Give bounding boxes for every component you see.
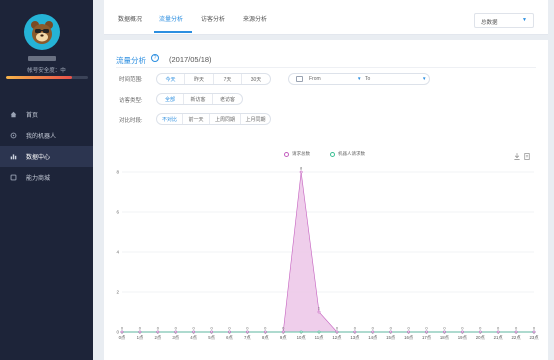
data-point-label: 0: [175, 326, 178, 331]
traffic-area-chart: 0246800点01点02点03点04点05点06点07点08点09点810点1…: [116, 166, 539, 342]
caret-down-icon: ▼: [522, 17, 527, 23]
data-point-label: 0: [497, 326, 500, 331]
x-tick-label: 20点: [476, 335, 486, 341]
avatar[interactable]: [24, 14, 60, 50]
y-tick-label: 2: [116, 290, 119, 295]
sidebar-item-data-center[interactable]: 数据中心: [0, 146, 93, 167]
x-tick-label: 1点: [137, 335, 144, 341]
x-tick-label: 7点: [244, 335, 251, 341]
sidebar: 帐号安全度：中 首页 我的机器人 数据中心 能力商城: [0, 0, 93, 360]
data-point-label: 0: [425, 326, 428, 331]
bear-avatar-icon: [31, 21, 53, 44]
x-tick-label: 8点: [262, 335, 269, 341]
data-point-label: 0: [407, 326, 410, 331]
x-tick-label: 17点: [422, 335, 432, 341]
data-point-label: 0: [390, 326, 393, 331]
data-point-label: 0: [139, 326, 142, 331]
sidebar-item-label: 首页: [26, 113, 39, 119]
tab-traffic-analysis[interactable]: 流量分析: [159, 14, 183, 23]
x-tick-label: 23点: [529, 335, 539, 341]
total-requests-point: [299, 170, 303, 174]
security-level-bar: [6, 76, 88, 79]
data-point-label: 0: [515, 326, 518, 331]
y-tick-label: 8: [116, 170, 119, 175]
sidebar-item-ability-store[interactable]: 能力商城: [0, 167, 93, 188]
x-tick-label: 0点: [119, 335, 126, 341]
traffic-panel: 流量分析 ? (2017/05/18) 时间范围: 今天 昨天 7天 30天 F…: [104, 40, 548, 360]
data-point-label: 0: [354, 326, 357, 331]
data-point-label: 0: [533, 326, 536, 331]
x-tick-label: 22点: [512, 335, 522, 341]
y-tick-label: 6: [116, 210, 119, 215]
data-point-label: 0: [246, 326, 249, 331]
home-icon: [9, 111, 17, 119]
data-point-label: 1: [318, 306, 321, 311]
security-level-fill: [6, 76, 72, 79]
x-tick-label: 12点: [332, 335, 342, 341]
data-point-label: 0: [479, 326, 482, 331]
store-icon: [9, 174, 17, 182]
data-point-label: 0: [264, 326, 267, 331]
x-tick-label: 18点: [440, 335, 450, 341]
x-tick-label: 10点: [297, 335, 307, 341]
active-tab-indicator: [154, 31, 192, 33]
app-window: 帐号安全度：中 首页 我的机器人 数据中心 能力商城 数据概况 流量分析 访客分…: [0, 0, 554, 360]
username-redacted: [28, 56, 56, 61]
data-point-label: 0: [336, 326, 339, 331]
x-tick-label: 6点: [226, 335, 233, 341]
x-tick-label: 9点: [280, 335, 287, 341]
sidebar-nav: 首页 我的机器人 数据中心 能力商城: [0, 104, 93, 188]
sidebar-item-my-robot[interactable]: 我的机器人: [0, 125, 93, 146]
x-tick-label: 4点: [190, 335, 197, 341]
x-tick-label: 15点: [386, 335, 396, 341]
data-point-label: 0: [121, 326, 124, 331]
x-tick-label: 2点: [154, 335, 161, 341]
x-tick-label: 21点: [494, 335, 504, 341]
security-level-text: 帐号安全度：中: [27, 68, 66, 74]
dataset-select-value: 总数据: [481, 20, 498, 26]
data-point-label: 8: [300, 166, 303, 171]
data-point-label: 0: [210, 326, 213, 331]
sidebar-item-label: 能力商城: [26, 176, 51, 182]
tab-visitor-analysis[interactable]: 访客分析: [201, 14, 225, 23]
x-tick-label: 11点: [315, 335, 324, 341]
total-requests-point: [317, 310, 321, 314]
dataset-select[interactable]: 总数据 ▼: [474, 13, 534, 28]
data-point-label: 0: [443, 326, 446, 331]
x-tick-label: 5点: [208, 335, 215, 341]
sidebar-item-label: 我的机器人: [26, 134, 57, 140]
x-tick-label: 14点: [368, 335, 378, 341]
tab-data-overview[interactable]: 数据概况: [118, 14, 142, 23]
x-tick-label: 3点: [172, 335, 179, 341]
sidebar-item-label: 数据中心: [26, 155, 51, 161]
x-tick-label: 19点: [458, 335, 468, 341]
data-point-label: 0: [372, 326, 375, 331]
tab-source-analysis[interactable]: 来源分析: [243, 14, 267, 23]
y-tick-label: 0: [116, 330, 119, 335]
data-point-label: 0: [193, 326, 196, 331]
robot-icon: [9, 132, 17, 140]
x-tick-label: 16点: [404, 335, 414, 341]
data-point-label: 0: [157, 326, 160, 331]
y-tick-label: 4: [116, 250, 119, 255]
top-tab-bar: 数据概况 流量分析 访客分析 来源分析 总数据 ▼: [104, 0, 548, 35]
chart-icon: [9, 153, 17, 161]
data-point-label: 0: [228, 326, 231, 331]
data-point-label: 0: [461, 326, 464, 331]
x-tick-label: 13点: [350, 335, 360, 341]
sidebar-item-home[interactable]: 首页: [0, 104, 93, 125]
